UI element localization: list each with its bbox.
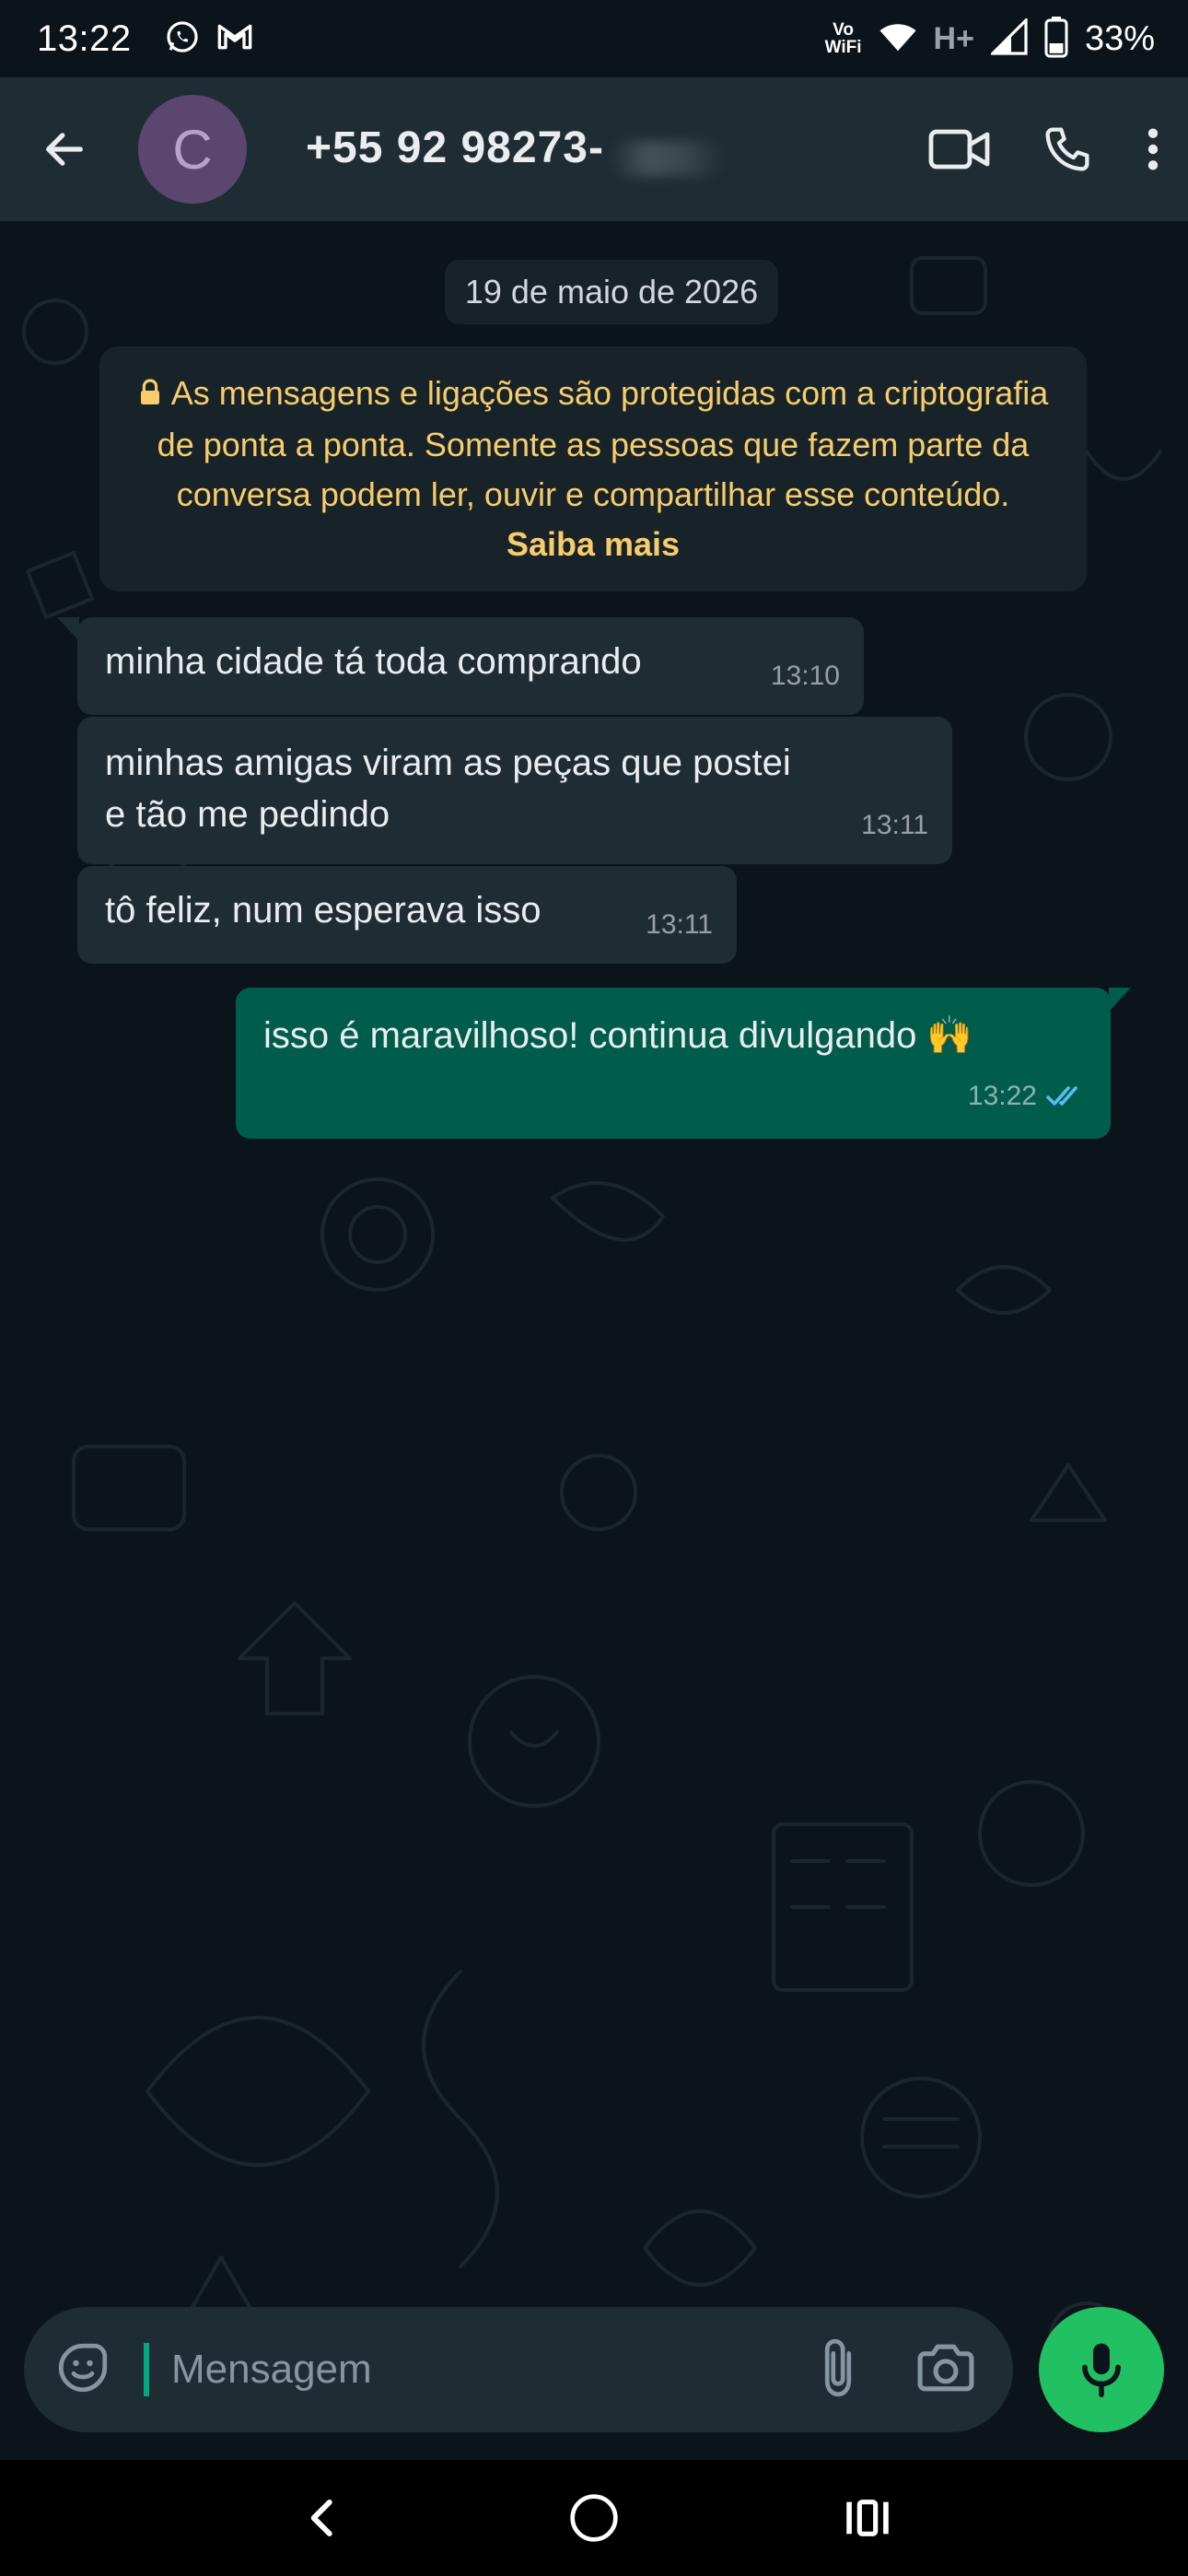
learn-more-link[interactable]: Saiba mais xyxy=(507,525,680,563)
date-separator: 19 de maio de 2026 xyxy=(445,260,778,324)
cellular-signal-icon xyxy=(989,16,1028,60)
message-input[interactable] xyxy=(171,2347,818,2393)
wifi-icon xyxy=(879,21,917,57)
message-bubble-incoming[interactable]: tô feliz, num esperava isso 13:11 xyxy=(77,866,737,964)
gmail-icon xyxy=(216,21,253,57)
sticker-icon[interactable] xyxy=(55,2340,111,2400)
message-bubble-incoming[interactable]: minha cidade tá toda comprando 13:10 xyxy=(57,617,864,715)
attach-icon[interactable] xyxy=(818,2336,858,2404)
bubble-tail xyxy=(57,617,79,641)
message-text: minha cidade tá toda comprando xyxy=(105,641,642,682)
back-button[interactable] xyxy=(37,122,92,177)
composer-actions xyxy=(818,2336,976,2404)
message-bubble-incoming[interactable]: minhas amigas viram as peças que postei … xyxy=(77,717,952,864)
more-options-icon[interactable] xyxy=(1144,125,1162,173)
bubble-tail xyxy=(1109,988,1131,1012)
arrow-left-icon xyxy=(46,133,83,166)
contact-avatar[interactable]: C xyxy=(138,95,247,204)
message-text: minhas amigas viram as peças que postei … xyxy=(105,743,791,835)
recents-nav-icon[interactable] xyxy=(821,2472,914,2564)
home-nav-icon[interactable] xyxy=(548,2472,640,2564)
status-bar: 13:22 Vo WiFi H+ 33% xyxy=(0,0,1188,77)
contact-number: +55 92 98273- xyxy=(306,123,604,173)
status-time: 13:22 xyxy=(37,18,132,59)
contact-info[interactable]: +55 92 98273- xyxy=(306,123,724,176)
read-ticks-icon xyxy=(1046,1074,1087,1126)
message-time: 13:11 xyxy=(861,810,928,840)
message-composer xyxy=(24,2307,1013,2432)
video-call-icon[interactable] xyxy=(928,128,991,170)
encryption-notice-text: As mensagens e ligações são protegidas c… xyxy=(157,374,1049,513)
battery-icon xyxy=(1044,16,1068,63)
status-system-icons: Vo WiFi H+ 33% xyxy=(825,16,1155,63)
chat-area[interactable]: 19 de maio de 2026 As mensagens e ligaçõ… xyxy=(0,221,1188,2460)
mic-button[interactable] xyxy=(1039,2307,1164,2432)
redacted-digits xyxy=(609,140,724,176)
camera-icon[interactable] xyxy=(915,2342,976,2398)
message-time: 13:22 xyxy=(968,1071,1087,1126)
message-time: 13:11 xyxy=(646,909,713,940)
vowifi-indicator: Vo WiFi xyxy=(824,20,862,57)
encryption-notice[interactable]: As mensagens e ligações são protegidas c… xyxy=(99,346,1087,591)
lock-icon xyxy=(138,370,162,420)
text-cursor xyxy=(144,2343,149,2396)
status-notification-icons xyxy=(165,19,253,59)
message-bubble-outgoing[interactable]: isso é maravilhoso! continua divulgando … xyxy=(236,988,1131,1139)
battery-percentage: 33% xyxy=(1084,18,1155,58)
network-type: H+ xyxy=(933,20,974,56)
system-navigation-bar xyxy=(0,2460,1188,2576)
message-text: isso é maravilhoso! continua divulgando … xyxy=(263,1015,973,1056)
chat-header: C +55 92 98273- xyxy=(0,77,1188,221)
mic-icon xyxy=(1082,2343,1121,2397)
header-actions xyxy=(928,124,1162,174)
whatsapp-icon xyxy=(165,19,200,59)
message-time: 13:10 xyxy=(770,661,840,691)
back-nav-icon[interactable] xyxy=(274,2472,367,2564)
message-text: tô feliz, num esperava isso xyxy=(105,890,542,931)
voice-call-icon[interactable] xyxy=(1042,124,1092,174)
